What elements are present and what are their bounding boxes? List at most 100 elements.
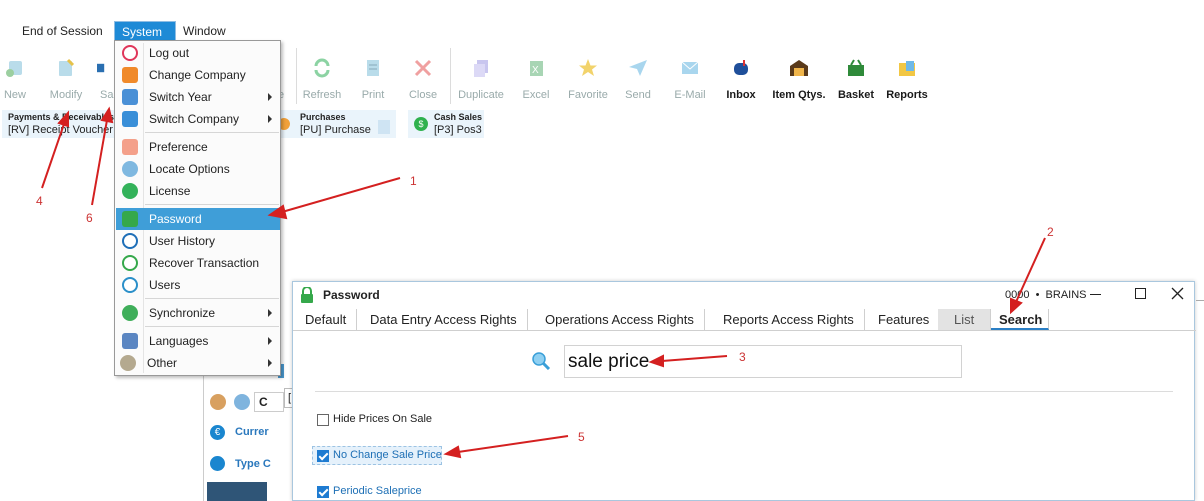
tab-features[interactable]: Features <box>868 309 941 330</box>
email-icon <box>681 61 699 74</box>
sync-icon <box>122 305 138 321</box>
submenu-arrow-icon <box>268 115 272 123</box>
recent-purchase[interactable]: Purchases [PU] Purchase <box>276 110 396 138</box>
menu-separator <box>145 326 279 327</box>
recent-cash-sales[interactable]: $ Cash Sales [P3] Pos3 <box>408 110 484 138</box>
search-input[interactable]: sale price <box>564 345 962 378</box>
excel-button[interactable]: X Excel <box>506 56 566 106</box>
password-lock-icon <box>122 211 138 227</box>
item-qtys-button[interactable]: Item Qtys. <box>769 56 829 106</box>
print-icon <box>367 60 379 76</box>
menu-separator <box>145 204 279 205</box>
no-change-sale-price-checkbox[interactable] <box>317 450 329 462</box>
user-icon[interactable] <box>234 394 250 410</box>
send-icon <box>629 60 647 76</box>
dialog-title: Password <box>323 288 380 302</box>
modify-button[interactable]: Modify <box>36 56 96 106</box>
menu-item-switch-year[interactable]: Switch Year <box>116 86 280 108</box>
send-button[interactable]: Send <box>608 56 668 106</box>
menu-item-users[interactable]: Users <box>116 274 280 296</box>
svg-text:X: X <box>532 65 539 76</box>
window-close-icon[interactable] <box>1171 287 1184 300</box>
magnifier-icon <box>122 161 138 177</box>
menu-separator <box>145 132 279 133</box>
tab-search[interactable]: Search <box>991 309 1049 330</box>
background-input[interactable]: C <box>254 392 284 412</box>
annotation-label-4: 4 <box>36 194 43 208</box>
menu-item-preference[interactable]: Preference <box>116 136 280 158</box>
close-icon <box>414 59 432 77</box>
calendar-icon <box>122 89 138 105</box>
menu-item-locate-options[interactable]: Locate Options <box>116 158 280 180</box>
background-panel <box>207 482 267 501</box>
euro-icon: € <box>210 425 225 440</box>
mailbox-icon <box>734 60 748 75</box>
menu-window[interactable]: Window <box>176 21 233 41</box>
menu-item-change-company[interactable]: Change Company <box>116 64 280 86</box>
menu-item-log-out[interactable]: Log out <box>116 42 280 64</box>
clock-icon <box>122 233 138 249</box>
recover-icon <box>122 255 138 271</box>
save-button[interactable]: Sa <box>92 56 114 106</box>
menu-item-recover-transaction[interactable]: Recover Transaction <box>116 252 280 274</box>
basket-icon <box>848 59 864 76</box>
annotation-label-5: 5 <box>578 430 585 444</box>
star-icon <box>579 59 597 76</box>
no-change-sale-price-label: No Change Sale Price <box>333 449 442 461</box>
annotation-label-1: 1 <box>410 174 417 188</box>
menu-end-of-session[interactable]: End of Session <box>15 21 110 41</box>
password-dialog: Password 0000 • BRAINS Default Data Entr… <box>292 281 1196 501</box>
menu-system[interactable]: System <box>114 21 176 41</box>
search-icon <box>532 352 551 370</box>
minimize-icon[interactable] <box>1090 294 1101 295</box>
language-icon <box>122 333 138 349</box>
excel-icon: X <box>530 61 543 76</box>
submenu-arrow-icon <box>268 93 272 101</box>
gears-icon <box>120 355 136 371</box>
menubar: End of Session System Window <box>0 21 1204 41</box>
tab-reports-access-rights[interactable]: Reports Access Rights <box>713 309 865 330</box>
right-edge-mark <box>1196 300 1204 301</box>
menu-item-license[interactable]: License <box>116 180 280 202</box>
annotation-arrow-1 <box>281 177 401 213</box>
menu-item-synchronize[interactable]: Synchronize <box>116 302 280 324</box>
document-search-icon <box>378 120 390 134</box>
submenu-arrow-icon <box>268 309 272 317</box>
menu-item-languages[interactable]: Languages <box>116 330 280 352</box>
dollar-icon: $ <box>414 117 428 131</box>
submenu-arrow-icon <box>268 359 272 367</box>
inbox-button[interactable]: Inbox <box>711 56 771 106</box>
reports-button[interactable]: Reports <box>877 56 937 106</box>
menu-item-password[interactable]: Password <box>116 208 280 230</box>
recent-receipt-voucher[interactable]: Payments & Receivables [RV] Receipt Vouc… <box>2 110 114 138</box>
warehouse-icon <box>790 60 808 76</box>
currency-label[interactable]: Currer <box>235 426 269 438</box>
add-user-icon[interactable] <box>210 394 226 410</box>
type-label[interactable]: Type C <box>235 458 271 470</box>
menu-item-user-history[interactable]: User History <box>116 230 280 252</box>
tab-default[interactable]: Default <box>295 309 358 330</box>
duplicate-button[interactable]: Duplicate <box>451 56 511 106</box>
hide-prices-on-sale-checkbox[interactable] <box>317 414 329 426</box>
menu-item-switch-company[interactable]: Switch Company <box>116 108 280 130</box>
maximize-icon[interactable] <box>1135 288 1146 299</box>
tab-list[interactable]: List <box>938 309 991 330</box>
system-menu: Log out Change Company Switch Year Switc… <box>114 40 281 376</box>
search-divider <box>315 391 1173 392</box>
periodic-saleprice-checkbox[interactable] <box>317 486 329 498</box>
checkmark-icon <box>122 183 138 199</box>
refresh-icon <box>314 58 330 78</box>
tabbar-divider <box>293 330 1196 331</box>
annotation-label-3: 3 <box>739 350 746 364</box>
menu-item-other[interactable]: Other <box>116 352 280 374</box>
switch-company-icon <box>122 111 138 127</box>
close-button[interactable]: Close <box>393 56 453 106</box>
tab-operations-access-rights[interactable]: Operations Access Rights <box>535 309 705 330</box>
change-company-icon <box>122 67 138 83</box>
tab-data-entry-access-rights[interactable]: Data Entry Access Rights <box>360 309 528 330</box>
lock-icon <box>301 287 313 303</box>
reports-folder-icon <box>899 61 915 76</box>
periodic-saleprice-label: Periodic Saleprice <box>333 485 422 497</box>
preference-icon <box>122 139 138 155</box>
annotation-label-2: 2 <box>1047 225 1054 239</box>
